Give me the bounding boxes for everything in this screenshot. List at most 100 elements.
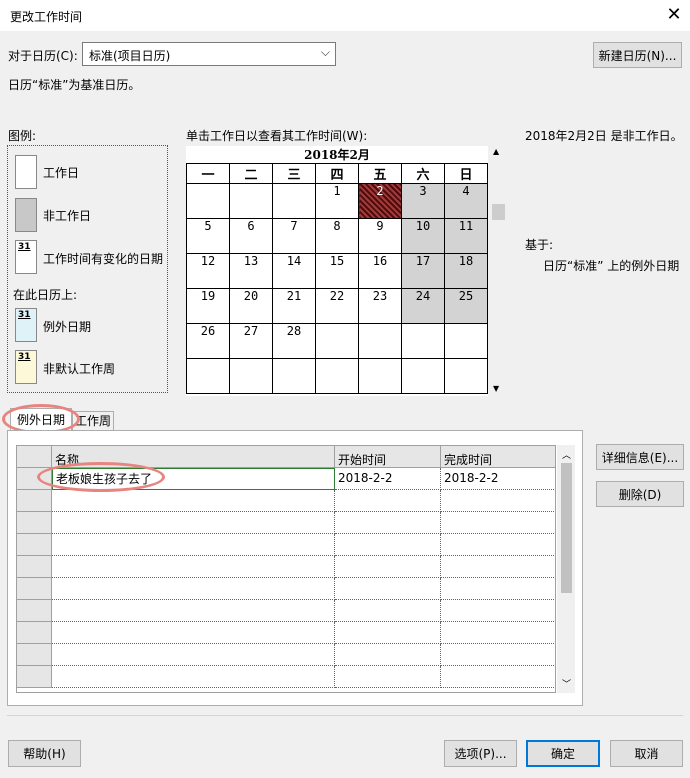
calendar-day[interactable]: 14 xyxy=(272,253,316,289)
calendar-day[interactable]: 22 xyxy=(315,288,359,324)
calendar-day[interactable]: 9 xyxy=(358,218,402,254)
table-row[interactable] xyxy=(17,578,555,600)
scroll-up-icon[interactable]: ︿ xyxy=(562,448,571,461)
cell-finish[interactable]: 2018-2-2 xyxy=(441,468,555,490)
calendar-day[interactable]: 15 xyxy=(315,253,359,289)
cell-start[interactable] xyxy=(335,666,441,688)
calendar-day xyxy=(229,358,273,394)
cell-start[interactable] xyxy=(335,534,441,556)
table-row[interactable] xyxy=(17,644,555,666)
cell-start[interactable] xyxy=(335,644,441,666)
options-button[interactable]: 选项(P)... xyxy=(444,740,517,767)
cell-finish[interactable] xyxy=(441,600,555,622)
cell-start[interactable] xyxy=(335,578,441,600)
calendar-scroll-thumb[interactable] xyxy=(492,204,505,220)
cell-start[interactable] xyxy=(335,556,441,578)
cell-name[interactable] xyxy=(52,644,335,666)
calendar-day[interactable]: 6 xyxy=(229,218,273,254)
cell-start[interactable] xyxy=(335,490,441,512)
row-header[interactable] xyxy=(17,556,52,578)
calendar-day[interactable]: 2 xyxy=(358,183,402,219)
cell-start[interactable] xyxy=(335,622,441,644)
cell-name[interactable] xyxy=(52,578,335,600)
row-header[interactable] xyxy=(17,512,52,534)
cell-name[interactable] xyxy=(52,600,335,622)
cell-finish[interactable] xyxy=(441,556,555,578)
calendar-day[interactable]: 3 xyxy=(401,183,445,219)
scroll-up-icon[interactable]: ▲ xyxy=(493,147,499,156)
cell-finish[interactable] xyxy=(441,644,555,666)
cell-name[interactable] xyxy=(52,490,335,512)
cell-name[interactable] xyxy=(52,512,335,534)
month-calendar[interactable]: 2018年2月 一二三四五六日 1 2 3 4 5 6 7 8 9 10 11 12 13 14 15 16 1… xyxy=(186,146,488,396)
cell-finish[interactable] xyxy=(441,622,555,644)
calendar-day[interactable]: 20 xyxy=(229,288,273,324)
calendar-scrollbar[interactable]: ▲ ▼ xyxy=(490,146,506,396)
calendar-day[interactable]: 25 xyxy=(444,288,488,324)
col-header-start[interactable]: 开始时间 xyxy=(335,446,441,468)
calendar-select[interactable]: 标准(项目日历) ⌵ xyxy=(82,42,336,66)
calendar-day[interactable]: 21 xyxy=(272,288,316,324)
calendar-day xyxy=(358,358,402,394)
row-header[interactable] xyxy=(17,578,52,600)
cell-name[interactable] xyxy=(52,534,335,556)
calendar-day[interactable]: 8 xyxy=(315,218,359,254)
table-row[interactable] xyxy=(17,512,555,534)
calendar-day[interactable]: 12 xyxy=(186,253,230,289)
cell-finish[interactable] xyxy=(441,490,555,512)
calendar-day[interactable]: 19 xyxy=(186,288,230,324)
ok-button[interactable]: 确定 xyxy=(526,740,600,767)
calendar-day[interactable]: 11 xyxy=(444,218,488,254)
cell-name[interactable] xyxy=(52,666,335,688)
table-row[interactable] xyxy=(17,534,555,556)
calendar-day[interactable]: 28 xyxy=(272,323,316,359)
cell-finish[interactable] xyxy=(441,666,555,688)
close-icon[interactable]: ✕ xyxy=(662,4,686,26)
cancel-button[interactable]: 取消 xyxy=(610,740,683,767)
row-header[interactable] xyxy=(17,644,52,666)
table-row[interactable] xyxy=(17,622,555,644)
calendar-day[interactable]: 5 xyxy=(186,218,230,254)
cell-start[interactable]: 2018-2-2 xyxy=(335,468,441,490)
row-header[interactable] xyxy=(17,600,52,622)
table-row[interactable] xyxy=(17,556,555,578)
highlight-oval-row xyxy=(37,462,165,492)
calendar-day[interactable]: 16 xyxy=(358,253,402,289)
table-scroll-thumb[interactable] xyxy=(561,463,572,593)
col-header-finish[interactable]: 完成时间 xyxy=(441,446,555,468)
cell-start[interactable] xyxy=(335,600,441,622)
cell-finish[interactable] xyxy=(441,512,555,534)
calendar-day[interactable]: 26 xyxy=(186,323,230,359)
scroll-down-icon[interactable]: ﹀ xyxy=(562,677,571,690)
calendar-day[interactable]: 7 xyxy=(272,218,316,254)
row-header[interactable] xyxy=(17,490,52,512)
details-button[interactable]: 详细信息(E)... xyxy=(596,444,684,470)
row-header[interactable] xyxy=(17,666,52,688)
row-header[interactable] xyxy=(17,622,52,644)
delete-button[interactable]: 删除(D) xyxy=(596,481,684,507)
calendar-day[interactable]: 18 xyxy=(444,253,488,289)
cell-name[interactable] xyxy=(52,622,335,644)
row-header[interactable] xyxy=(17,534,52,556)
calendar-day[interactable]: 24 xyxy=(401,288,445,324)
table-row[interactable] xyxy=(17,490,555,512)
new-calendar-button[interactable]: 新建日历(N)... xyxy=(593,42,682,68)
table-scrollbar[interactable]: ︿ ﹀ xyxy=(557,445,575,693)
table-row[interactable] xyxy=(17,600,555,622)
calendar-day xyxy=(315,358,359,394)
calendar-day[interactable]: 17 xyxy=(401,253,445,289)
cell-name[interactable] xyxy=(52,556,335,578)
cell-start[interactable] xyxy=(335,512,441,534)
calendar-day[interactable]: 1 xyxy=(315,183,359,219)
calendar-day[interactable]: 23 xyxy=(358,288,402,324)
calendar-day[interactable]: 27 xyxy=(229,323,273,359)
calendar-day[interactable]: 4 xyxy=(444,183,488,219)
table-row[interactable] xyxy=(17,666,555,688)
cell-finish[interactable] xyxy=(441,578,555,600)
help-button[interactable]: 帮助(H) xyxy=(8,740,81,767)
calendar-day[interactable]: 10 xyxy=(401,218,445,254)
scroll-down-icon[interactable]: ▼ xyxy=(493,384,499,393)
calendar-day[interactable]: 13 xyxy=(229,253,273,289)
cell-finish[interactable] xyxy=(441,534,555,556)
working-day-icon xyxy=(15,155,37,189)
